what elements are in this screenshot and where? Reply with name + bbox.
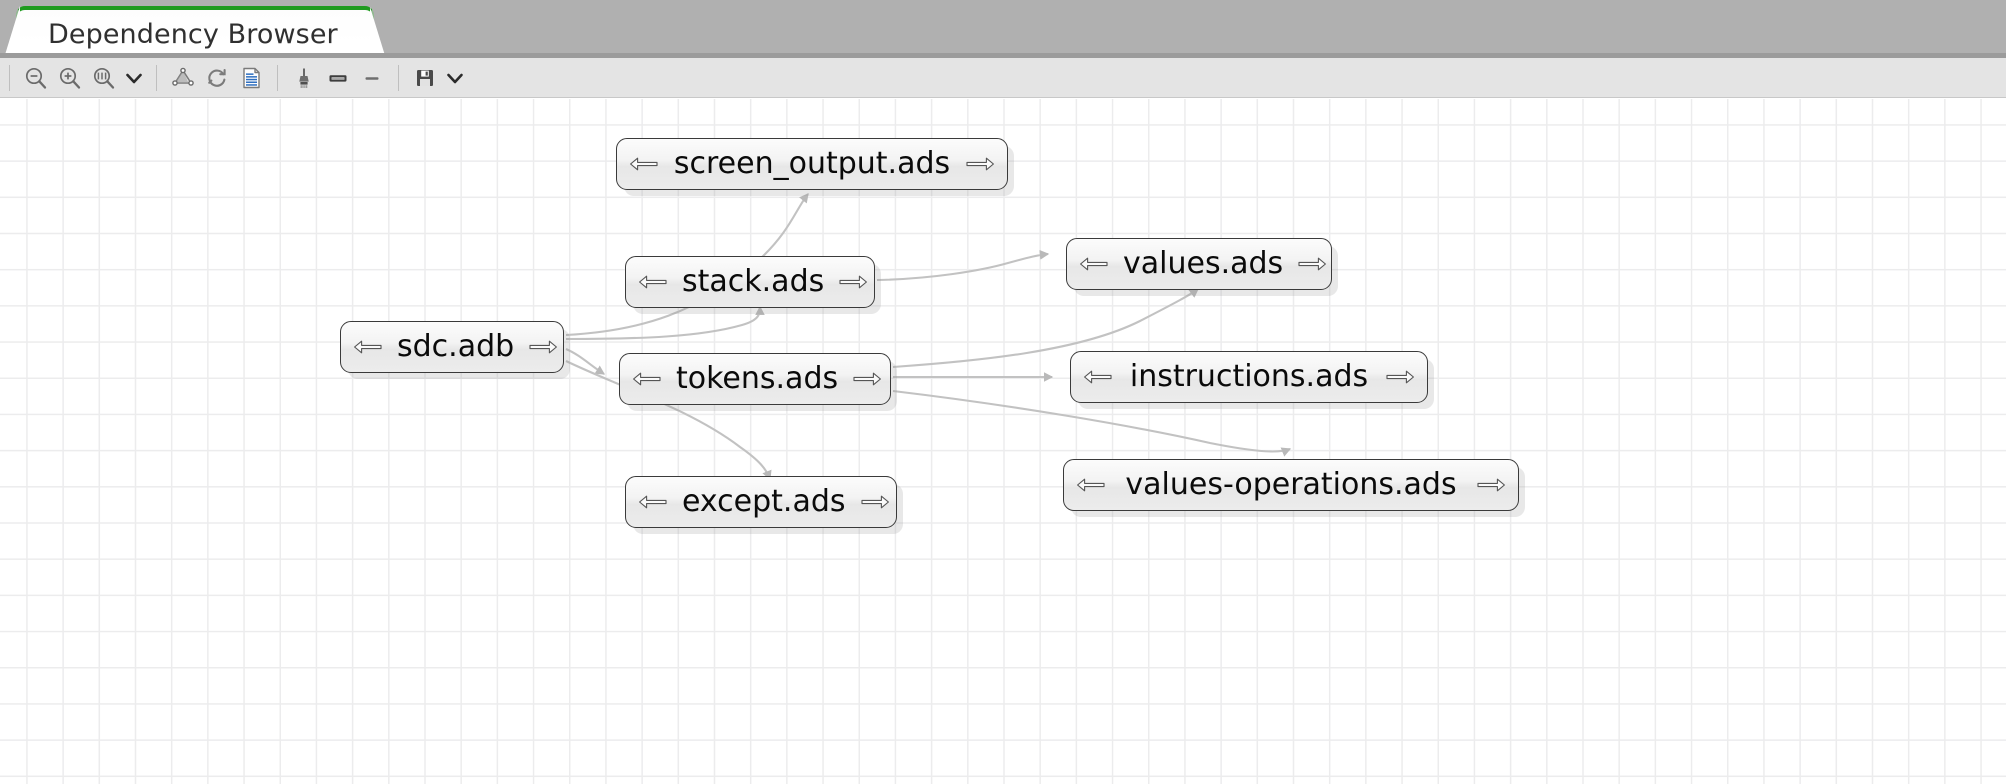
graph-node-label: stack.ads (682, 264, 825, 299)
graph-node-label: sdc.adb (397, 329, 515, 364)
document-button[interactable] (234, 61, 268, 95)
graph-node-label: tokens.ads (676, 361, 839, 396)
incoming-arrow-icon[interactable] (629, 154, 659, 174)
graph-node-label: values-operations.ads (1125, 467, 1457, 502)
zoom-out-button[interactable] (19, 61, 53, 95)
outgoing-arrow-icon[interactable] (860, 492, 890, 512)
graph-canvas[interactable]: screen_output.ads values.ads stack.ads s… (0, 99, 2006, 784)
incoming-arrow-icon[interactable] (1079, 254, 1109, 274)
graph-node-values[interactable]: values.ads (1066, 238, 1332, 290)
incoming-arrow-icon[interactable] (638, 492, 668, 512)
toolbar (0, 58, 2006, 98)
minus-button[interactable] (355, 61, 389, 95)
refresh-button[interactable] (200, 61, 234, 95)
incoming-arrow-icon[interactable] (1083, 367, 1113, 387)
save-menu-button[interactable] (442, 61, 468, 95)
save-button[interactable] (408, 61, 442, 95)
tab-label: Dependency Browser (48, 18, 338, 50)
edge-stack-to-values (876, 249, 1050, 282)
dependency-browser-window: Dependency Browser screen_output.ads val… (0, 0, 2006, 784)
clear-button[interactable] (287, 61, 321, 95)
graph-node-values-operations[interactable]: values-operations.ads (1063, 459, 1519, 511)
tab-dependency-browser[interactable]: Dependency Browser (16, 6, 374, 58)
outgoing-arrow-icon[interactable] (1476, 475, 1506, 495)
graph-node-label: screen_output.ads (673, 146, 951, 181)
toolbar-separator (156, 64, 157, 91)
zoom-in-button[interactable] (53, 61, 87, 95)
zoom-fit-button[interactable] (87, 61, 121, 95)
outgoing-arrow-icon[interactable] (1297, 254, 1327, 274)
graph-node-screen_output[interactable]: screen_output.ads (616, 138, 1008, 190)
outgoing-arrow-icon[interactable] (838, 272, 868, 292)
graph-node-tokens[interactable]: tokens.ads (619, 353, 891, 405)
edge-sdc-to-tokens (565, 348, 606, 375)
incoming-arrow-icon[interactable] (353, 337, 383, 357)
outgoing-arrow-icon[interactable] (528, 337, 558, 357)
graph-node-label: values.ads (1123, 246, 1284, 281)
graph-node-instructions[interactable]: instructions.ads (1070, 351, 1428, 403)
graph-node-label: except.ads (682, 484, 846, 519)
zoom-menu-button[interactable] (121, 61, 147, 95)
graph-node-except[interactable]: except.ads (625, 476, 897, 528)
incoming-arrow-icon[interactable] (632, 369, 662, 389)
dependency-edges (565, 193, 1292, 481)
graph-node-stack[interactable]: stack.ads (625, 256, 875, 308)
tab-bar: Dependency Browser (0, 0, 2006, 58)
toolbar-separator (398, 64, 399, 91)
outgoing-arrow-icon[interactable] (852, 369, 882, 389)
graph-node-sdc[interactable]: sdc.adb (340, 321, 564, 373)
toolbar-separator (277, 64, 278, 91)
edge-sdc-to-stack (565, 305, 765, 341)
graph-node-label: instructions.ads (1129, 359, 1369, 394)
incoming-arrow-icon[interactable] (1076, 475, 1106, 495)
incoming-arrow-icon[interactable] (638, 272, 668, 292)
layout-button[interactable] (166, 61, 200, 95)
outgoing-arrow-icon[interactable] (1385, 367, 1415, 387)
outgoing-arrow-icon[interactable] (965, 154, 995, 174)
collapse-button[interactable] (321, 61, 355, 95)
toolbar-separator (9, 64, 10, 91)
